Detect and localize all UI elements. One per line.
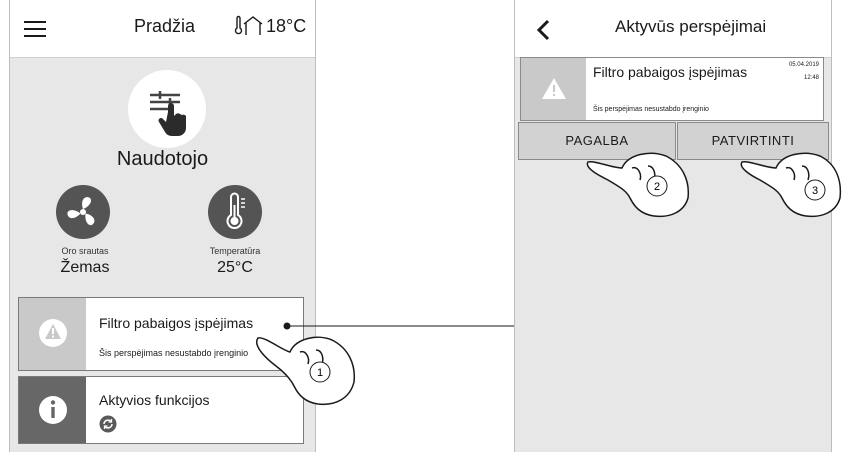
active-functions-title: Aktyvios funkcijos	[99, 392, 210, 408]
mode-sliders-hand-icon	[150, 91, 186, 137]
fan-icon	[67, 197, 95, 226]
indoor-temperature: 18°C	[266, 16, 307, 36]
warning-icon-box	[521, 58, 586, 120]
home-header: Pradžia 18°C	[10, 0, 315, 58]
filter-warning-card[interactable]: Filtro pabaigos įspėjimas Šis perspėjima…	[18, 297, 304, 371]
alerts-header: Aktyvūs perspėjimai	[515, 0, 831, 58]
info-icon-box	[19, 377, 86, 443]
back-chevron-icon[interactable]	[533, 18, 555, 42]
refresh-icon	[99, 415, 117, 433]
temperature-caption: Temperatūra	[209, 246, 261, 256]
alert-time: 12:48	[803, 75, 819, 81]
airflow-caption: Oro srautas	[61, 246, 109, 256]
warning-icon	[39, 319, 67, 347]
callout-1-number: 1	[317, 367, 323, 379]
airflow-value: Žemas	[60, 259, 110, 276]
active-alerts-screen: Aktyvūs perspėjimai Filtro pabaigos įspė…	[514, 0, 832, 452]
confirm-button[interactable]: PATVIRTINTI	[677, 122, 829, 160]
alert-title: Filtro pabaigos įspėjimas	[593, 64, 748, 80]
menu-icon[interactable]	[24, 21, 46, 37]
temperature-value: 25°C	[217, 259, 253, 276]
active-functions-card[interactable]: Aktyvios funkcijos	[18, 376, 304, 444]
warning-title: Filtro pabaigos įspėjimas	[99, 315, 254, 331]
help-button[interactable]: PAGALBA	[518, 122, 676, 160]
page-title: Aktyvūs perspėjimai	[615, 17, 767, 36]
indoor-temperature-icon	[234, 15, 263, 35]
warning-icon-box	[19, 298, 86, 370]
alert-subtitle: Šis perspėjimas nesustabdo įrenginio	[593, 106, 709, 113]
page-title: Pradžia	[134, 16, 196, 36]
mode-label: Naudotojo	[116, 148, 209, 170]
thermometer-icon	[226, 192, 245, 229]
airflow-button[interactable]	[56, 185, 110, 239]
info-icon	[39, 396, 67, 424]
filter-alert-item[interactable]: Filtro pabaigos įspėjimas 05.04.2019 12:…	[520, 57, 824, 121]
temperature-button[interactable]	[208, 185, 262, 239]
alert-date: 05.04.2019	[788, 62, 819, 68]
home-screen: Pradžia 18°C Naudotojo Oro srautas Žemas…	[9, 0, 316, 452]
warning-subtitle: Šis perspėjimas nesustabdo įrenginio	[99, 348, 249, 358]
warning-icon	[542, 78, 566, 99]
user-mode-button[interactable]	[128, 70, 206, 148]
